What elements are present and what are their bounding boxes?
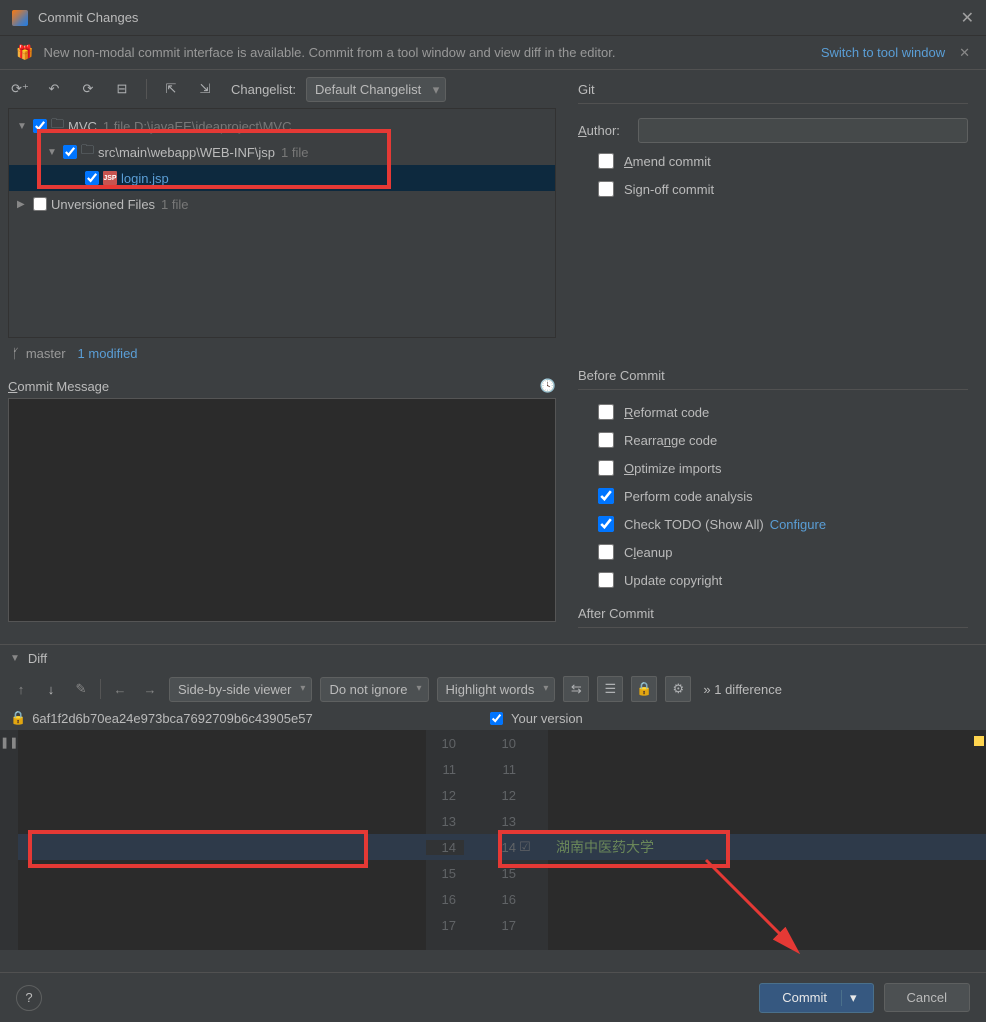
redo-icon[interactable]: ⟳ <box>76 77 100 101</box>
tree-unversioned[interactable]: ▶ Unversioned Files 1 file <box>9 191 555 217</box>
undo-icon[interactable]: ↶ <box>42 77 66 101</box>
nav-right-icon[interactable]: → <box>139 678 161 700</box>
branch-icon: ᚶ <box>12 346 20 361</box>
folder-icon: 🗀 <box>51 115 64 137</box>
readonly-lock-icon: 🔒 <box>10 710 26 726</box>
switch-tool-window-link[interactable]: Switch to tool window <box>821 45 945 60</box>
commit-message-label: Commit Message <box>8 379 540 394</box>
code-line <box>548 912 986 938</box>
code-line <box>18 886 426 912</box>
expand-icon[interactable]: ⇱ <box>159 77 183 101</box>
code-line: </span><span class="txt">Title</span><sp… <box>18 756 426 782</box>
left-revision-title: 6af1f2d6b70ea24e973bca7692709b6c43905e57 <box>32 711 313 726</box>
diff-marker[interactable] <box>974 736 984 746</box>
code-line <box>548 808 986 834</box>
modified-count[interactable]: 1 modified <box>78 346 138 361</box>
close-icon[interactable]: ✕ <box>961 8 974 28</box>
changelist-dropdown[interactable]: Default Changelist <box>306 77 446 102</box>
code-line <box>18 834 426 860</box>
author-label: Author: <box>578 123 638 138</box>
todo-checkbox[interactable] <box>598 516 614 532</box>
your-version-checkbox[interactable] <box>490 712 503 725</box>
lock-icon[interactable]: 🔒 <box>631 676 657 702</box>
viewer-mode-dropdown[interactable]: Side-by-side viewer <box>169 677 312 702</box>
code-line: 湖南中医药大学 <box>548 834 986 860</box>
root-checkbox[interactable] <box>33 119 47 133</box>
signoff-checkbox[interactable] <box>598 181 614 197</box>
code-line <box>18 808 426 834</box>
jsp-file-icon: JSP <box>103 171 117 185</box>
code-line <box>18 730 426 756</box>
before-commit-title: Before Commit <box>578 368 968 390</box>
code-line <box>18 782 426 808</box>
code-line <box>548 886 986 912</box>
banner-text: New non-modal commit interface is availa… <box>43 45 812 60</box>
amend-checkbox[interactable] <box>598 153 614 169</box>
highlight-dropdown[interactable]: Highlight words <box>437 677 556 702</box>
tree-icon[interactable]: ⊟ <box>110 77 134 101</box>
commit-message-input[interactable] <box>8 398 556 622</box>
collapse-icon[interactable]: ⇲ <box>193 77 217 101</box>
cleanup-checkbox[interactable] <box>598 544 614 560</box>
next-diff-icon[interactable]: ↓ <box>40 678 62 700</box>
diff-label: Diff <box>28 651 47 666</box>
refresh-icon[interactable]: ⟳⁺ <box>8 77 32 101</box>
commit-split-icon[interactable]: ▾ <box>841 990 865 1006</box>
git-section-title: Git <box>578 82 968 104</box>
banner-close-icon[interactable]: ✕ <box>959 45 970 61</box>
reformat-checkbox[interactable] <box>598 404 614 420</box>
branch-name: master <box>26 346 66 361</box>
diff-collapse-icon[interactable]: ▼ <box>10 653 20 664</box>
copyright-checkbox[interactable] <box>598 572 614 588</box>
configure-link[interactable]: Configure <box>770 517 826 532</box>
folder-icon: 🗀 <box>81 141 94 163</box>
ignore-dropdown[interactable]: Do not ignore <box>320 677 428 702</box>
cancel-button[interactable]: Cancel <box>884 983 970 1012</box>
amend-label: Amend commit <box>624 154 711 169</box>
gift-icon: 🎁 <box>16 44 33 61</box>
signoff-label: Sign-off commit <box>624 182 714 197</box>
tree-file[interactable]: JSP login.jsp <box>9 165 555 191</box>
author-input[interactable] <box>638 118 968 143</box>
collapse-unchanged-icon[interactable]: ⇆ <box>563 676 589 702</box>
sync-scroll-icon[interactable]: ☰ <box>597 676 623 702</box>
diff-count: » 1 difference <box>703 682 782 697</box>
code-line <box>18 912 426 938</box>
nav-left-icon[interactable]: ← <box>109 678 131 700</box>
help-button[interactable]: ? <box>16 985 42 1011</box>
tree-root[interactable]: ▼ 🗀 MVC 1 file D:\javaEE\ideaproject\MVC <box>9 113 555 139</box>
rearrange-checkbox[interactable] <box>598 432 614 448</box>
optimize-checkbox[interactable] <box>598 460 614 476</box>
changelist-label: Changelist: <box>231 82 296 97</box>
code-line: </span><span class="txt">Title</span><sp… <box>548 756 986 782</box>
code-line <box>548 782 986 808</box>
app-icon <box>12 10 28 26</box>
code-line <box>18 860 426 886</box>
right-revision-title: Your version <box>511 711 583 726</box>
prev-diff-icon[interactable]: ↑ <box>10 678 32 700</box>
code-line <box>548 860 986 886</box>
analysis-checkbox[interactable] <box>598 488 614 504</box>
settings-icon[interactable]: ⚙ <box>665 676 691 702</box>
file-checkbox[interactable] <box>85 171 99 185</box>
changes-tree[interactable]: ▼ 🗀 MVC 1 file D:\javaEE\ideaproject\MVC… <box>8 108 556 338</box>
tree-folder[interactable]: ▼ 🗀 src\main\webapp\WEB-INF\jsp 1 file <box>9 139 555 165</box>
history-icon[interactable]: 🕓 <box>540 378 556 394</box>
window-title: Commit Changes <box>38 10 961 25</box>
commit-button[interactable]: Commit ▾ <box>759 983 873 1013</box>
folder-checkbox[interactable] <box>63 145 77 159</box>
code-line <box>548 730 986 756</box>
after-commit-title: After Commit <box>578 606 968 628</box>
unversioned-checkbox[interactable] <box>33 197 47 211</box>
edit-icon[interactable]: ✎ <box>70 678 92 700</box>
